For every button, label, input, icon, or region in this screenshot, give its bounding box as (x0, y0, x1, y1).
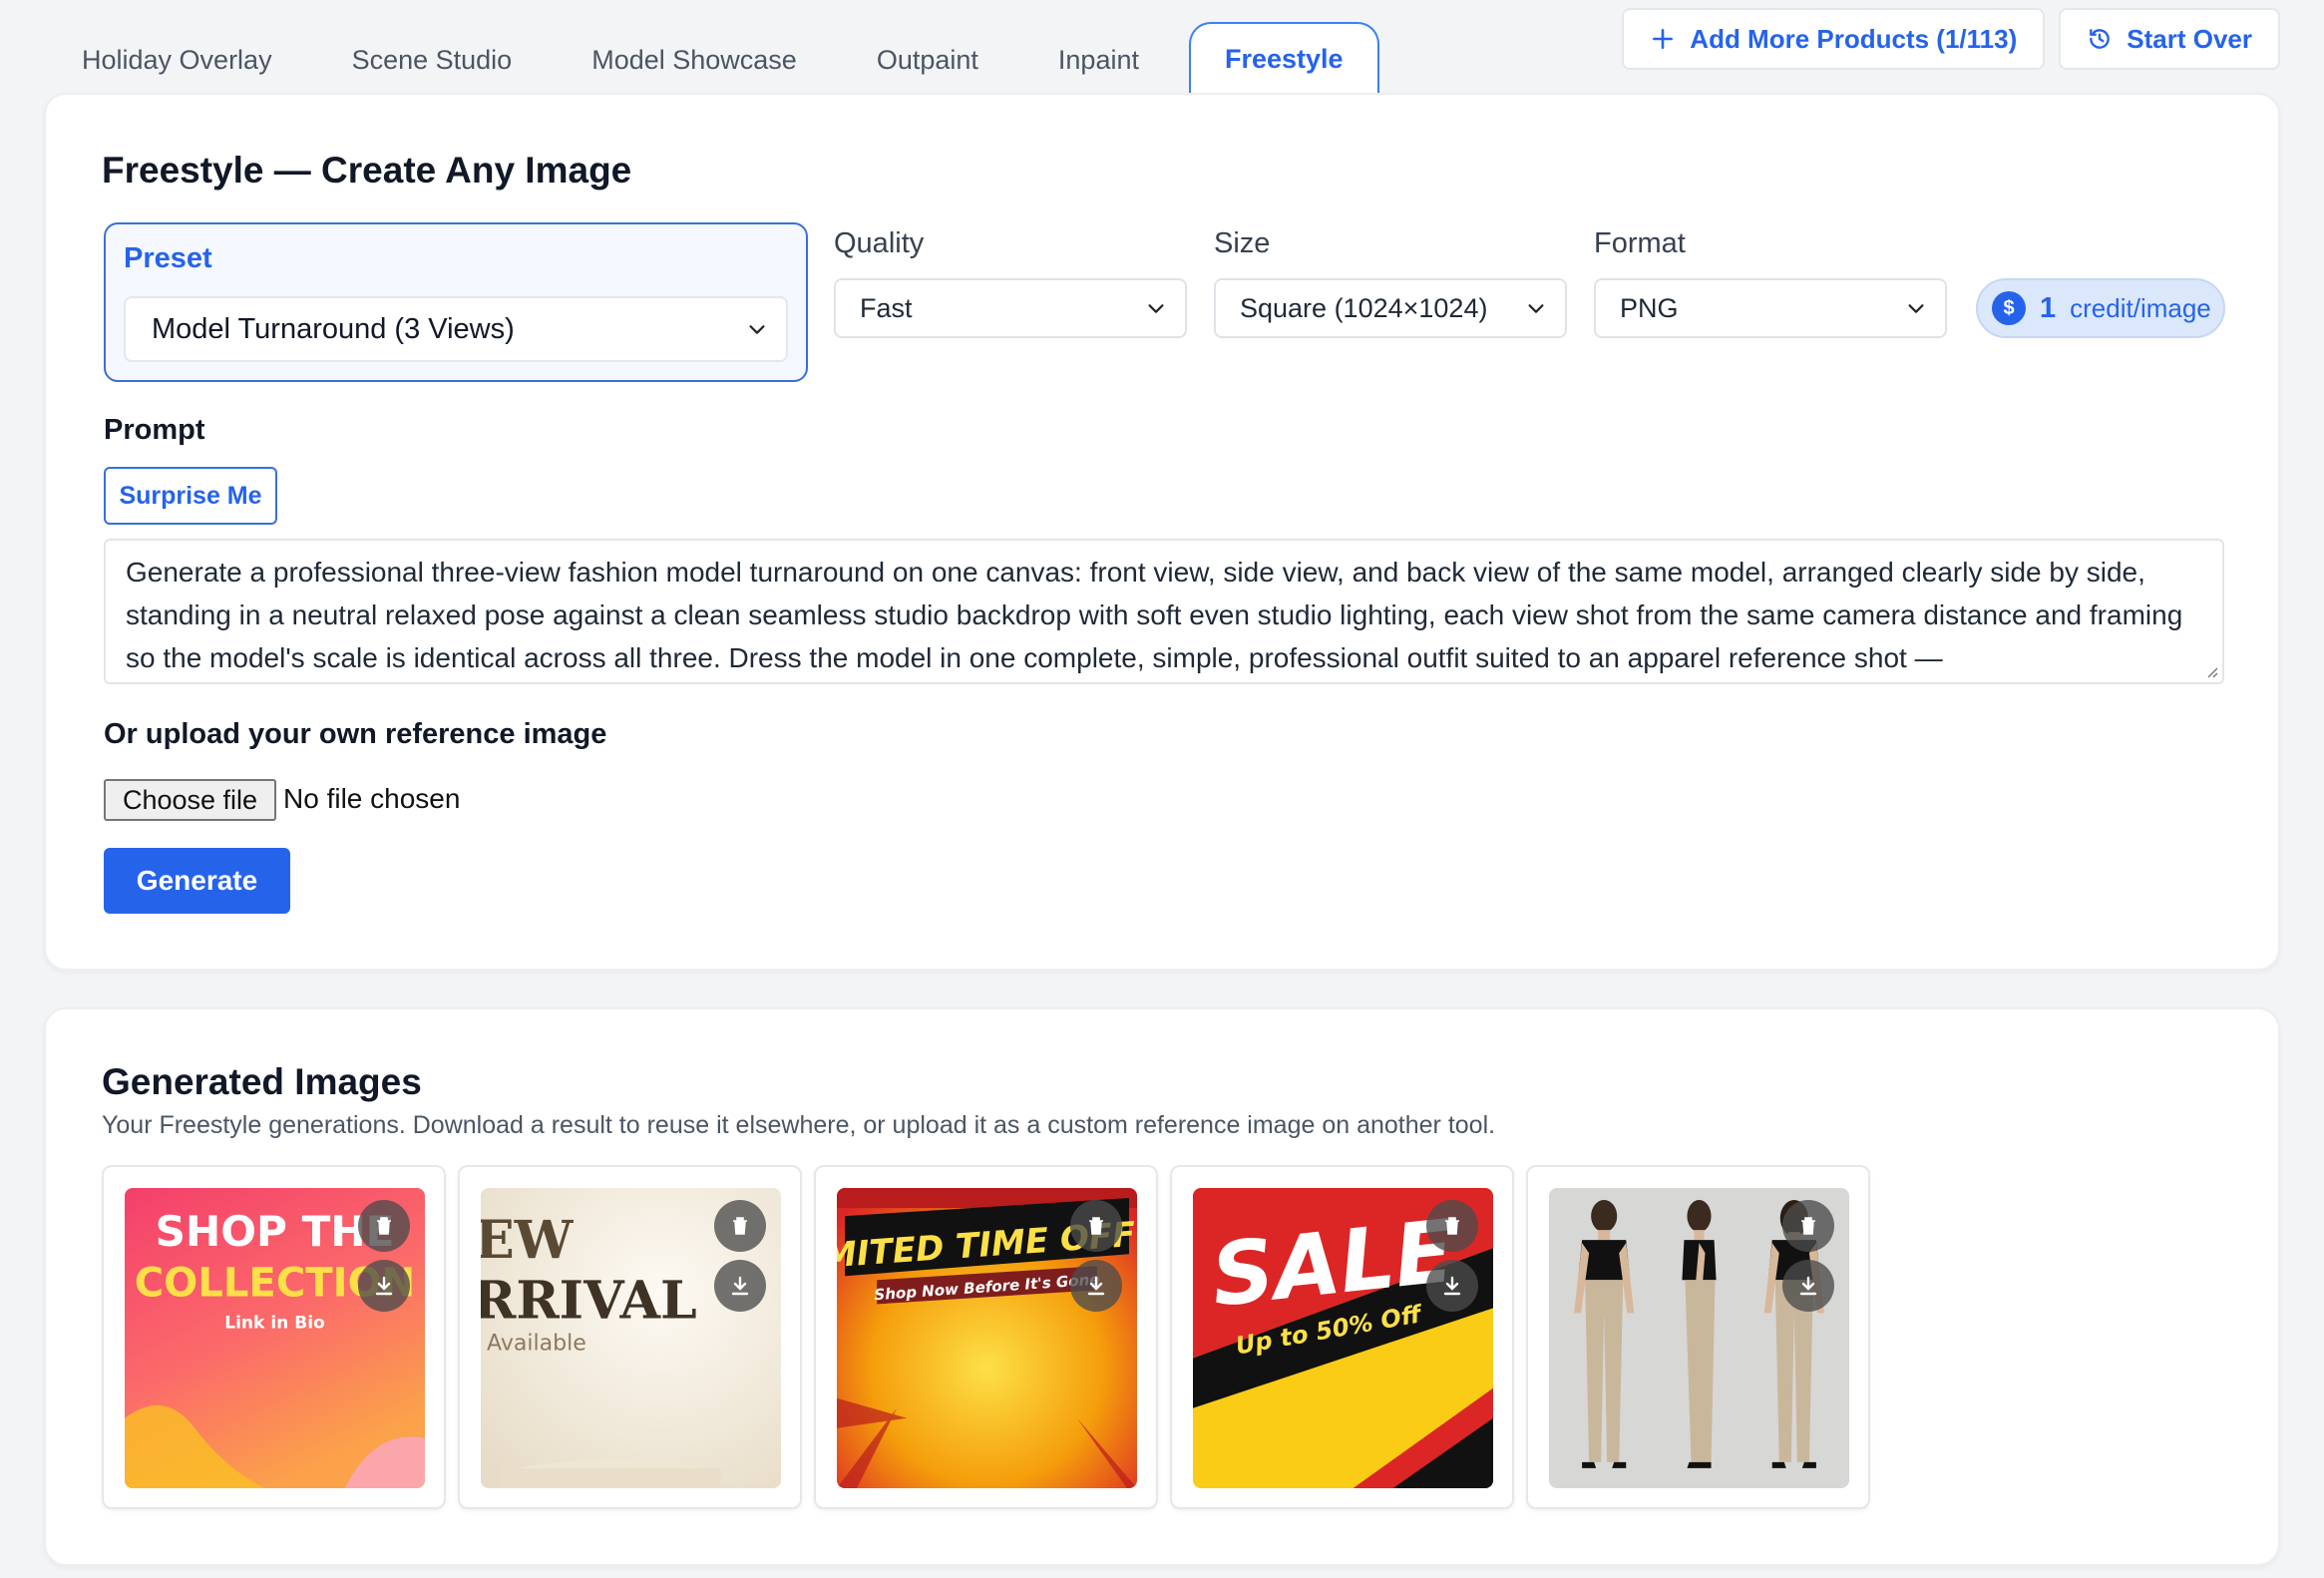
surprise-me-button[interactable]: Surprise Me (104, 467, 277, 525)
image-text: EW (481, 1210, 575, 1271)
format-label: Format (1594, 227, 1686, 259)
preset-value: Model Turnaround (3 Views) (152, 312, 515, 345)
tab-inpaint[interactable]: Inpaint (1020, 25, 1177, 95)
history-icon (2090, 29, 2111, 49)
chevron-down-icon (1148, 304, 1164, 313)
image-card[interactable]: LIMITED TIME OFFER Shop Now Before It's … (814, 1165, 1158, 1509)
download-icon (1087, 1276, 1105, 1296)
credit-badge: $ 1 credit/image (1976, 278, 2225, 338)
tool-tabs: Holiday Overlay Scene Studio Model Showc… (44, 22, 1383, 95)
download-icon (1799, 1276, 1817, 1296)
size-label: Size (1214, 227, 1271, 259)
trash-icon (1801, 1217, 1815, 1235)
trash-icon (1089, 1217, 1103, 1235)
add-products-button[interactable]: Add More Products (1/113) (1622, 8, 2046, 70)
chevron-down-icon (749, 325, 765, 334)
image-text: Link in Bio (224, 1313, 325, 1333)
trash-icon (733, 1217, 747, 1235)
preset-select[interactable]: Model Turnaround (3 Views) (124, 296, 788, 362)
choose-file-button[interactable]: Choose file (104, 779, 276, 821)
format-select[interactable]: PNG (1594, 278, 1947, 338)
prompt-textarea[interactable]: Generate a professional three-view fashi… (104, 539, 2224, 684)
tab-model-showcase[interactable]: Model Showcase (554, 25, 835, 95)
gallery-title: Generated Images (102, 1061, 422, 1102)
form-title: Freestyle — Create Any Image (102, 150, 632, 191)
download-button[interactable] (1782, 1260, 1834, 1312)
tab-holiday-overlay[interactable]: Holiday Overlay (44, 25, 310, 95)
quality-label: Quality (834, 227, 925, 259)
delete-button[interactable] (1070, 1200, 1122, 1252)
delete-button[interactable] (358, 1200, 410, 1252)
download-icon (1443, 1276, 1461, 1296)
download-button[interactable] (1426, 1260, 1478, 1312)
quality-value: Fast (860, 292, 913, 323)
quality-select[interactable]: Fast (834, 278, 1187, 338)
freestyle-form-panel: Freestyle — Create Any Image Preset Mode… (44, 93, 2280, 971)
trash-icon (377, 1217, 391, 1235)
plus-icon (1653, 29, 1674, 49)
start-over-label: Start Over (2127, 23, 2252, 54)
preset-group: Preset Model Turnaround (3 Views) (104, 222, 808, 382)
image-gallery: SHOP THE COLLECTION Link in Bio EW RRIVA… (102, 1165, 1870, 1509)
image-card[interactable]: SALE Up to 50% Off (1170, 1165, 1514, 1509)
download-icon (731, 1276, 749, 1296)
prompt-text: Generate a professional three-view fashi… (126, 557, 2183, 673)
download-icon (375, 1276, 393, 1296)
delete-button[interactable] (1782, 1200, 1834, 1252)
delete-button[interactable] (714, 1200, 766, 1252)
generated-images-panel: Generated Images Your Freestyle generati… (44, 1007, 2280, 1566)
image-text: RRIVAL (481, 1270, 697, 1331)
file-status: No file chosen (283, 783, 461, 814)
gallery-subtitle: Your Freestyle generations. Download a r… (102, 1111, 1496, 1139)
download-button[interactable] (714, 1260, 766, 1312)
resize-grip-icon[interactable] (2204, 664, 2218, 678)
add-products-label: Add More Products (1/113) (1690, 23, 2018, 54)
top-actions: Add More Products (1/113) Start Over (1622, 8, 2280, 70)
delete-button[interactable] (1426, 1200, 1478, 1252)
size-value: Square (1024×1024) (1240, 292, 1488, 323)
image-text: Available (487, 1332, 586, 1357)
trash-icon (1445, 1217, 1459, 1235)
prompt-label: Prompt (104, 414, 205, 446)
tab-freestyle[interactable]: Freestyle (1188, 22, 1379, 95)
image-card[interactable]: SHOP THE COLLECTION Link in Bio (102, 1165, 446, 1509)
preset-label: Preset (124, 242, 212, 274)
start-over-button[interactable]: Start Over (2059, 8, 2280, 70)
download-button[interactable] (358, 1260, 410, 1312)
chevron-down-icon (1908, 304, 1924, 313)
image-card[interactable] (1526, 1165, 1870, 1509)
download-button[interactable] (1070, 1260, 1122, 1312)
generate-button[interactable]: Generate (104, 848, 290, 914)
credit-count: 1 (2040, 291, 2057, 324)
size-select[interactable]: Square (1024×1024) (1214, 278, 1567, 338)
chevron-down-icon (1528, 304, 1544, 313)
credit-unit: credit/image (2070, 292, 2211, 323)
image-card[interactable]: EW RRIVAL Available (458, 1165, 802, 1509)
tab-scene-studio[interactable]: Scene Studio (314, 25, 551, 95)
dollar-coin-icon: $ (1992, 291, 2026, 325)
tab-outpaint[interactable]: Outpaint (839, 25, 1016, 95)
upload-label: Or upload your own reference image (104, 718, 607, 750)
format-value: PNG (1620, 292, 1679, 323)
